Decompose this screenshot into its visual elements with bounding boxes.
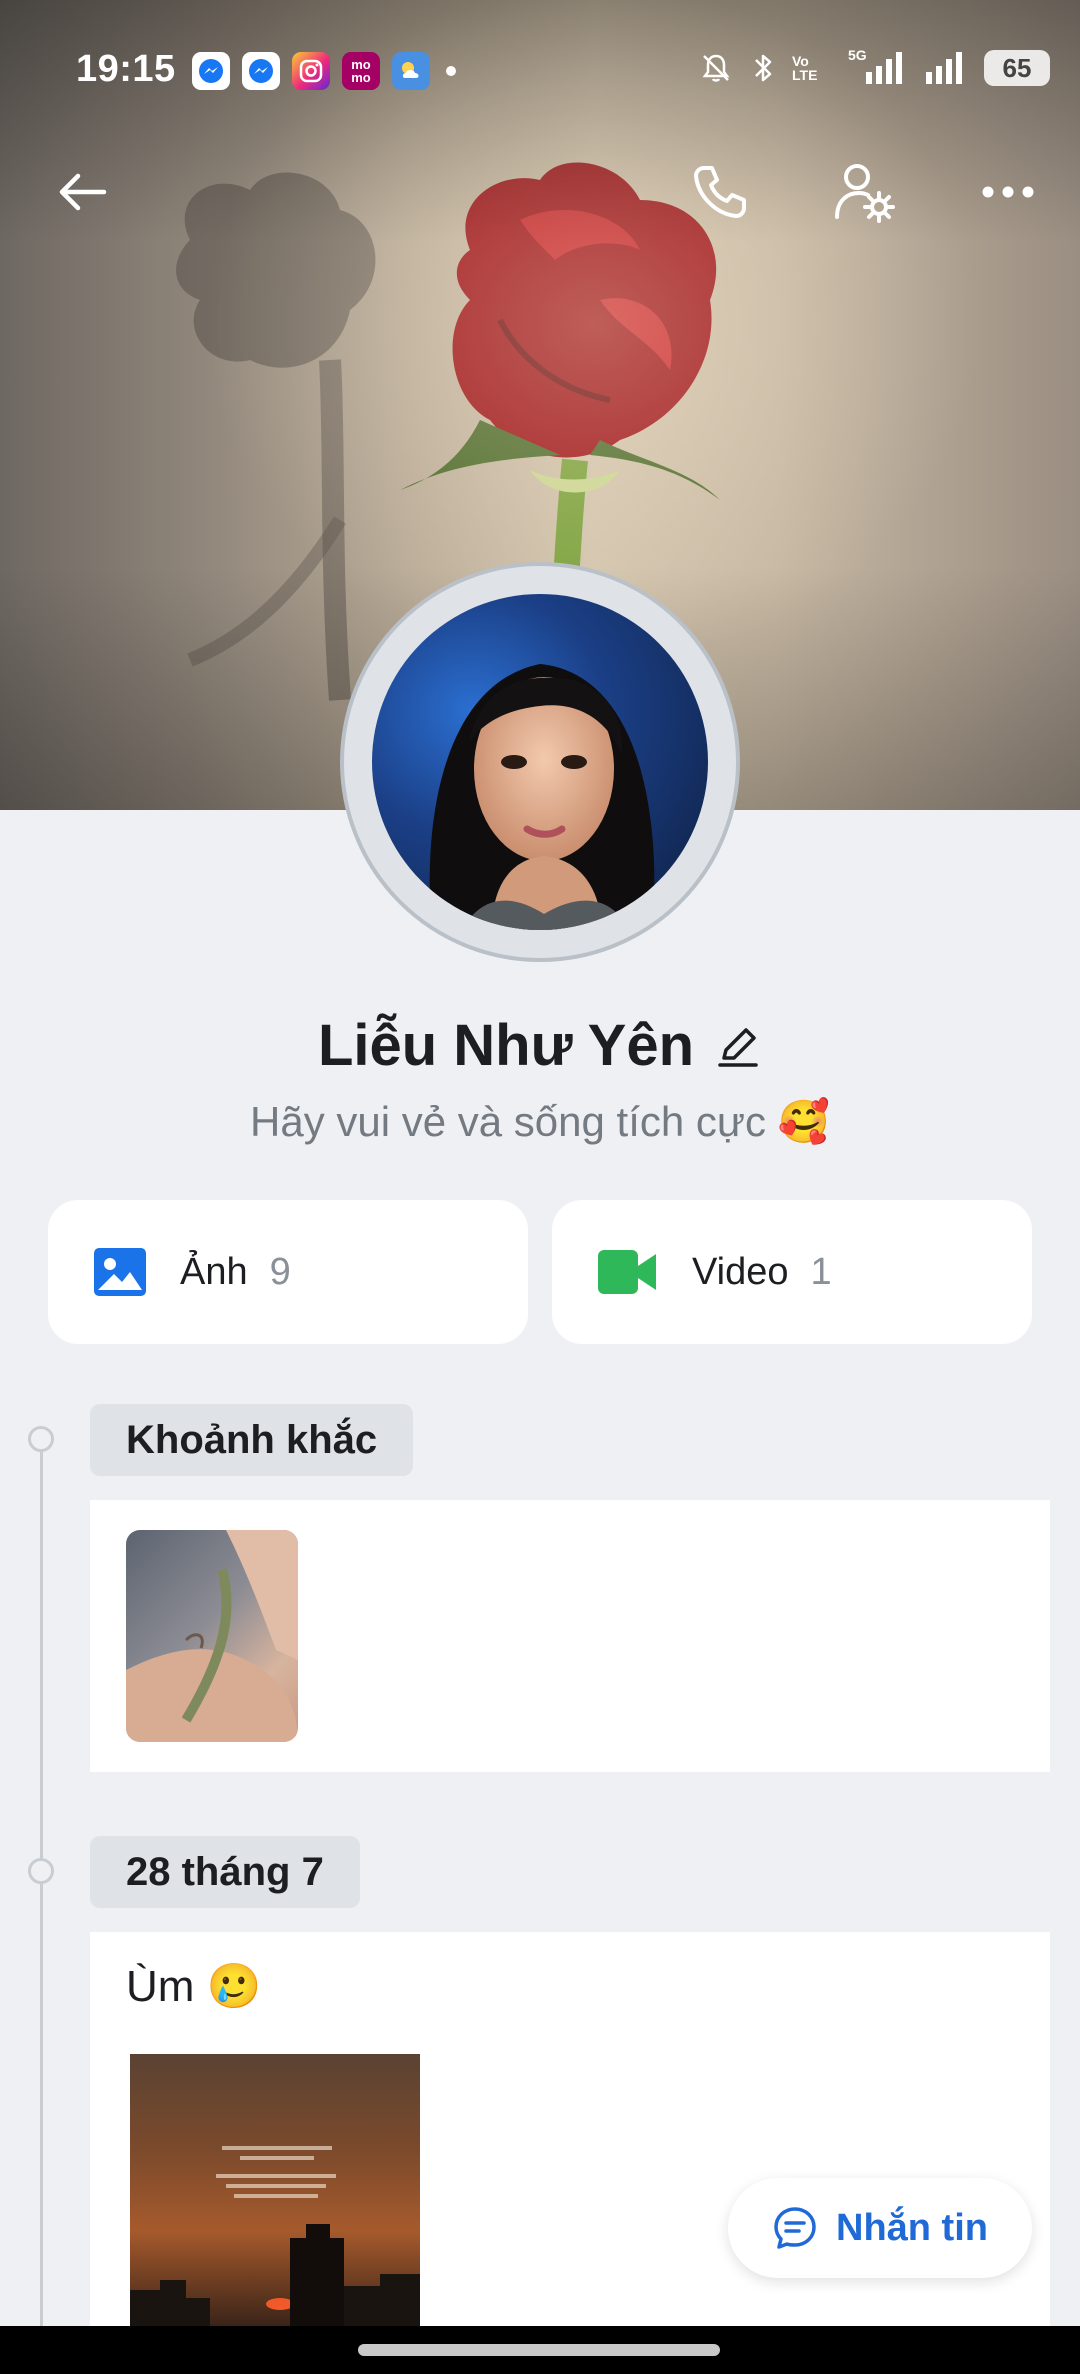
avatar-portrait	[429, 664, 655, 930]
silent-bell-icon	[702, 54, 730, 82]
call-button[interactable]	[678, 150, 762, 234]
momo-icon: mo mo	[342, 52, 380, 90]
more-options-button[interactable]	[966, 150, 1050, 234]
gesture-navigation-bar	[0, 2326, 1080, 2374]
edit-name-button[interactable]	[714, 1022, 762, 1070]
more-horizontal-icon	[982, 186, 1034, 198]
pencil-icon	[718, 1027, 758, 1067]
videos-count: 1	[810, 1250, 832, 1293]
message-button-label: Nhắn tin	[836, 2206, 988, 2249]
notification-icons: mo mo	[192, 52, 456, 90]
videos-card[interactable]: Video 1	[552, 1200, 1032, 1344]
avatar	[372, 594, 708, 930]
image-icon	[94, 1248, 146, 1296]
photos-label: Ảnh	[180, 1250, 248, 1293]
signal-5g-icon: 5G	[848, 48, 908, 88]
profile-name-row: Liễu Như Yên	[0, 1012, 1080, 1079]
profile-settings-button[interactable]	[822, 150, 906, 234]
video-camera-icon	[598, 1250, 656, 1294]
moments-post	[90, 1500, 1050, 1772]
messenger-icon	[242, 52, 280, 90]
status-time: 19:15	[76, 48, 176, 90]
timeline-tag-date[interactable]: 28 tháng 7	[90, 1836, 360, 1908]
timeline-dot	[28, 1426, 54, 1452]
photos-count: 9	[269, 1250, 291, 1293]
signal-icon	[926, 52, 962, 84]
profile-avatar-frame[interactable]	[340, 562, 740, 962]
chat-bubble-icon	[774, 2207, 816, 2249]
home-indicator[interactable]	[358, 2344, 720, 2356]
more-notifications-dot	[446, 66, 456, 76]
system-icons: Vo LTE 5G 65	[698, 48, 1050, 88]
status-bar: 19:15 mo mo Vo LTE 5G 65	[0, 0, 1080, 140]
timeline-line	[40, 1440, 43, 2340]
post-photo-thumb[interactable]	[130, 2054, 420, 2326]
messenger-icon	[192, 52, 230, 90]
videos-label: Video	[692, 1250, 789, 1293]
profile-bio: Hãy vui vẻ và sống tích cực 🥰	[250, 1098, 830, 1145]
instagram-icon	[292, 52, 330, 90]
post-text: Ùm 🥲	[126, 1962, 262, 2011]
profile-name: Liễu Như Yên	[317, 1013, 695, 1078]
volte-label: Vo LTE	[792, 53, 818, 83]
photos-card[interactable]: Ảnh 9	[48, 1200, 528, 1344]
battery-indicator: 65	[984, 50, 1050, 86]
arrow-left-icon	[59, 173, 107, 211]
phone-icon	[694, 166, 746, 218]
message-button[interactable]: Nhắn tin	[728, 2178, 1032, 2278]
timeline-dot	[28, 1858, 54, 1884]
bluetooth-icon	[755, 54, 772, 82]
moment-photo-thumb[interactable]	[126, 1530, 298, 1742]
back-button[interactable]	[40, 150, 124, 234]
timeline-tag-moments[interactable]: Khoảnh khắc	[90, 1404, 414, 1476]
weather-icon	[392, 52, 430, 90]
user-settings-icon	[835, 164, 895, 223]
